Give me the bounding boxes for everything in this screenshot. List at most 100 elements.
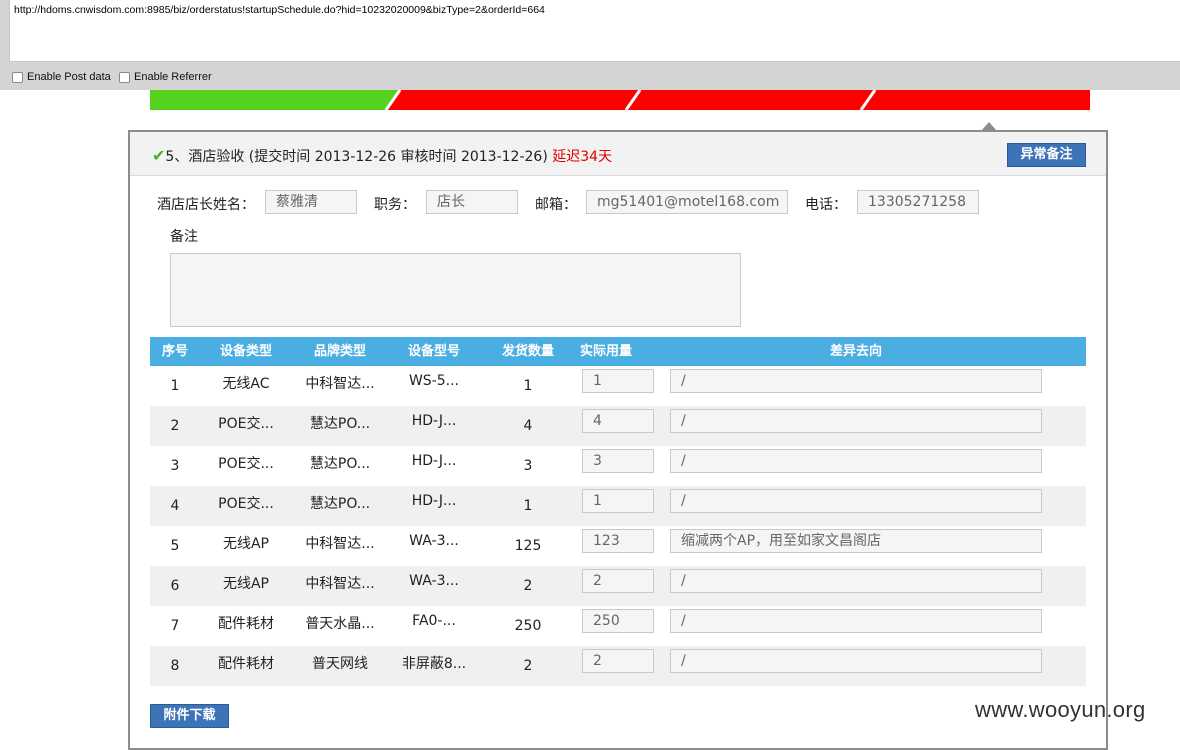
progress-steps (150, 90, 1090, 110)
cell-no: 3 (170, 458, 180, 474)
step-3 (626, 90, 875, 110)
cell-shipped: 125 (514, 538, 542, 554)
enable-referrer-checkbox[interactable] (119, 71, 130, 83)
cell-device-type: 无线AC (222, 376, 270, 392)
difference-input[interactable]: / (670, 409, 1042, 433)
enable-referrer-option[interactable]: Enable Referrer (119, 71, 212, 83)
table-row: 3 POE交... 慧达PO... HD-J... 3 3 / (150, 446, 1086, 486)
cell-brand: 慧达PO... (309, 416, 371, 432)
cell-brand: 中科智达... (305, 536, 375, 552)
cell-device-type: 无线AP (222, 576, 270, 592)
cell-no: 2 (170, 418, 180, 434)
actual-usage-input[interactable]: 4 (582, 409, 654, 433)
position-label: 职务： (374, 197, 416, 213)
cell-model: HD-J... (411, 493, 457, 509)
step-4 (861, 90, 1090, 110)
cell-model: WS-5... (408, 373, 460, 389)
cell-model: WA-3... (409, 573, 459, 589)
table-row: 5 无线AP 中科智达... WA-3... 125 123 缩减两个AP，用至如家文昌阁店 (150, 526, 1086, 566)
cell-brand: 慧达PO... (309, 496, 371, 512)
browser-toolbar: http://hdoms.cnwisdom.com:8985/biz/order… (0, 0, 1180, 90)
header-shipped: 发货数量 (501, 344, 554, 359)
enable-post-data-label: Enable Post data (27, 71, 111, 83)
header-no: 序号 (161, 344, 188, 359)
delay-status: 延迟34天 (552, 149, 613, 165)
manager-label: 酒店店长姓名： (157, 197, 255, 213)
phone-field[interactable]: 13305271258 (857, 190, 979, 214)
cell-shipped: 250 (514, 618, 542, 634)
cell-device-type: 配件耗材 (218, 656, 274, 672)
table-row: 2 POE交... 慧达PO... HD-J... 4 4 / (150, 406, 1086, 446)
cell-device-type: 无线AP (222, 536, 270, 552)
difference-input[interactable]: / (670, 649, 1042, 673)
actual-usage-input[interactable]: 123 (582, 529, 654, 553)
cell-device-type: POE交... (218, 416, 274, 432)
enable-post-data-checkbox[interactable] (12, 71, 23, 83)
header-actual: 实际用量 (579, 344, 632, 359)
header-brand: 品牌类型 (313, 344, 366, 359)
actual-usage-input[interactable]: 2 (582, 649, 654, 673)
cell-brand: 中科智达... (305, 376, 375, 392)
acceptance-panel: ✔5、酒店验收 (提交时间 2013-12-26 审核时间 2013-12-26… (128, 130, 1108, 750)
url-input[interactable]: http://hdoms.cnwisdom.com:8985/biz/order… (9, 0, 1180, 62)
cell-shipped: 2 (523, 658, 533, 674)
cell-no: 7 (170, 618, 180, 634)
position-field[interactable]: 店长 (426, 190, 518, 214)
header-device-type: 设备类型 (219, 344, 272, 359)
remark-textarea[interactable] (170, 253, 741, 327)
table-row: 8 配件耗材 普天网线 非屏蔽8... 2 2 / (150, 646, 1086, 686)
cell-brand: 中科智达... (305, 576, 375, 592)
cell-model: 非屏蔽8... (401, 656, 467, 672)
cell-brand: 普天网线 (312, 656, 368, 672)
cell-model: HD-J... (411, 453, 457, 469)
cell-model: WA-3... (409, 533, 459, 549)
header-difference: 差异去向 (829, 344, 882, 359)
progress-steps-graphic (150, 90, 1090, 110)
panel-header: ✔5、酒店验收 (提交时间 2013-12-26 审核时间 2013-12-26… (130, 132, 1106, 176)
actual-usage-input[interactable]: 2 (582, 569, 654, 593)
phone-label: 电话： (805, 197, 847, 213)
actual-usage-input[interactable]: 1 (582, 489, 654, 513)
cell-no: 4 (170, 498, 180, 514)
header-model: 设备型号 (407, 344, 460, 359)
remark-label: 备注 (170, 229, 198, 245)
difference-input[interactable]: / (670, 449, 1042, 473)
cell-model: HD-J... (411, 413, 457, 429)
cell-model: FA0-... (412, 613, 456, 629)
table-row: 6 无线AP 中科智达... WA-3... 2 2 / (150, 566, 1086, 606)
actual-usage-input[interactable]: 3 (582, 449, 654, 473)
check-icon: ✔ (152, 146, 166, 165)
abnormal-note-button[interactable]: 异常备注 (1007, 143, 1086, 167)
cell-brand: 普天水晶... (305, 616, 375, 632)
watermark: www.wooyun.org (975, 697, 1146, 722)
attachment-download-button[interactable]: 附件下载 (150, 704, 229, 728)
cell-no: 8 (170, 658, 180, 674)
section-name: 5、酒店验收 (165, 149, 245, 165)
cell-shipped: 2 (523, 578, 533, 594)
submit-info: (提交时间 2013-12-26 审核时间 2013-12-26) (248, 149, 548, 165)
difference-input[interactable]: / (670, 569, 1042, 593)
cell-brand: 慧达PO... (309, 456, 371, 472)
email-field[interactable]: mg51401@motel168.com (586, 190, 788, 214)
cell-no: 5 (170, 538, 180, 554)
section-title: ✔5、酒店验收 (提交时间 2013-12-26 审核时间 2013-12-26… (152, 146, 612, 166)
cell-shipped: 3 (523, 458, 533, 474)
cell-shipped: 1 (523, 498, 533, 514)
cell-no: 1 (170, 378, 180, 394)
enable-post-data-option[interactable]: Enable Post data (12, 71, 111, 83)
difference-input[interactable]: / (670, 489, 1042, 513)
difference-input[interactable]: / (670, 369, 1042, 393)
step-2 (386, 90, 640, 110)
cell-device-type: POE交... (218, 456, 274, 472)
table-row: 1 无线AC 中科智达... WS-5... 1 1 / (150, 366, 1086, 406)
difference-input[interactable]: 缩减两个AP，用至如家文昌阁店 (670, 529, 1042, 553)
manager-name-field[interactable]: 蔡雅清 (265, 190, 357, 214)
difference-input[interactable]: / (670, 609, 1042, 633)
actual-usage-input[interactable]: 1 (582, 369, 654, 393)
email-label: 邮箱： (535, 197, 577, 213)
table-header: 序号 设备类型 品牌类型 设备型号 发货数量 实际用量 差异去向 (150, 337, 1086, 366)
cell-device-type: 配件耗材 (218, 616, 274, 632)
actual-usage-input[interactable]: 250 (582, 609, 654, 633)
cell-no: 6 (170, 578, 180, 594)
table-row: 7 配件耗材 普天水晶... FA0-... 250 250 / (150, 606, 1086, 646)
